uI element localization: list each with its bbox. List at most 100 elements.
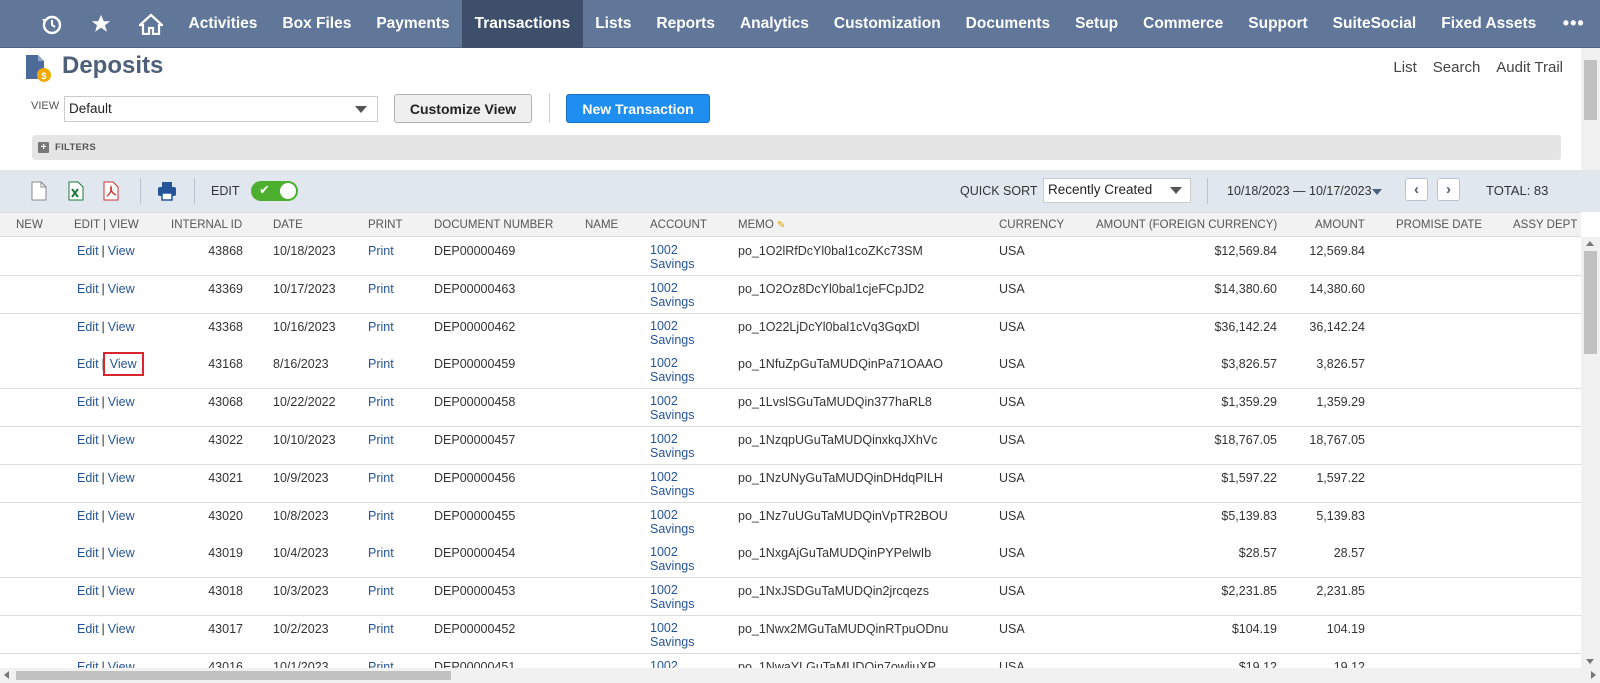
nav-setup[interactable]: Setup [1063, 0, 1131, 48]
account-link[interactable]: 1002 Savings [650, 508, 694, 536]
edit-link[interactable]: Edit [77, 622, 99, 636]
horizontal-scrollbar[interactable] [0, 668, 1600, 683]
scroll-down-icon[interactable] [1586, 659, 1594, 664]
scroll-up-icon[interactable] [1586, 241, 1594, 246]
nav-commerce[interactable]: Commerce [1131, 0, 1236, 48]
account-link[interactable]: 1002 Savings [650, 545, 694, 573]
account-link[interactable]: 1002 Savings [650, 319, 694, 347]
edit-link[interactable]: Edit [77, 357, 99, 371]
nav-lists[interactable]: Lists [583, 0, 644, 48]
nav-fixed-assets[interactable]: Fixed Assets [1429, 0, 1549, 48]
print-link[interactable]: Print [368, 471, 394, 485]
view-select[interactable]: Default [64, 96, 378, 122]
view-link[interactable]: View [108, 320, 135, 334]
new-transaction-button[interactable]: New Transaction [566, 94, 710, 123]
export-csv-icon[interactable] [30, 181, 50, 201]
scroll-left-icon[interactable] [4, 671, 9, 679]
col-internal-id[interactable]: INTERNAL ID [171, 219, 242, 231]
print-link[interactable]: Print [368, 282, 394, 296]
print-link[interactable]: Print [368, 320, 394, 334]
scroll-thumb[interactable] [1584, 251, 1597, 354]
col-print[interactable]: PRINT [368, 219, 403, 231]
print-icon[interactable] [157, 181, 177, 201]
col-amount-foreign[interactable]: AMOUNT (FOREIGN CURRENCY) [1096, 219, 1277, 231]
account-link[interactable]: 1002 [650, 659, 678, 668]
nav-box-files[interactable]: Box Files [270, 0, 364, 48]
view-link[interactable]: View [108, 622, 135, 636]
edit-link[interactable]: Edit [77, 584, 99, 598]
account-link[interactable]: 1002 Savings [650, 243, 694, 271]
export-excel-icon[interactable] [67, 181, 87, 201]
chevron-down-icon[interactable] [1372, 189, 1382, 195]
edit-link[interactable]: Edit [77, 320, 99, 334]
edit-link[interactable]: Edit [77, 509, 99, 523]
print-link[interactable]: Print [368, 660, 394, 668]
quick-sort-select[interactable]: Recently Created [1043, 178, 1191, 203]
col-date[interactable]: DATE [273, 219, 303, 231]
col-memo[interactable]: MEMO ✎ [738, 219, 785, 231]
account-link[interactable]: 1002 Savings [650, 281, 694, 309]
list-link[interactable]: List [1393, 59, 1416, 76]
nav-activities[interactable]: Activities [176, 0, 270, 48]
view-link[interactable]: View [108, 509, 135, 523]
edit-link[interactable]: Edit [77, 546, 99, 560]
export-pdf-icon[interactable] [102, 181, 122, 201]
nav-reports[interactable]: Reports [644, 0, 728, 48]
account-link[interactable]: 1002 Savings [650, 621, 694, 649]
scroll-right-icon[interactable] [1591, 671, 1596, 679]
col-edit-view[interactable]: EDIT | VIEW [74, 219, 139, 231]
view-link[interactable]: View [108, 584, 135, 598]
account-link[interactable]: 1002 Savings [650, 583, 694, 611]
more-menu-icon[interactable]: ••• [1563, 13, 1585, 34]
print-link[interactable]: Print [368, 433, 394, 447]
view-link[interactable]: View [108, 244, 135, 258]
col-new[interactable]: NEW [16, 219, 43, 231]
table-scrollbar[interactable] [1581, 237, 1600, 668]
col-currency[interactable]: CURRENCY [999, 219, 1064, 231]
favorites-star-icon[interactable] [76, 0, 126, 48]
col-amount[interactable]: AMOUNT [1315, 219, 1365, 231]
view-link[interactable]: View [108, 546, 135, 560]
print-link[interactable]: Print [368, 584, 394, 598]
nav-analytics[interactable]: Analytics [727, 0, 821, 48]
search-link[interactable]: Search [1433, 59, 1481, 76]
home-icon[interactable] [126, 0, 176, 48]
page-scrollbar[interactable] [1581, 48, 1600, 170]
account-link[interactable]: 1002 Savings [650, 356, 694, 384]
print-link[interactable]: Print [368, 509, 394, 523]
col-document-number[interactable]: DOCUMENT NUMBER [434, 219, 553, 231]
nav-support[interactable]: Support [1236, 0, 1320, 48]
account-link[interactable]: 1002 Savings [650, 432, 694, 460]
prev-page-button[interactable]: ‹ [1405, 178, 1428, 201]
edit-link[interactable]: Edit [77, 660, 99, 668]
print-link[interactable]: Print [368, 357, 394, 371]
edit-link[interactable]: Edit [77, 244, 99, 258]
nav-customization[interactable]: Customization [821, 0, 953, 48]
nav-documents[interactable]: Documents [953, 0, 1062, 48]
print-link[interactable]: Print [368, 395, 394, 409]
col-name[interactable]: NAME [585, 219, 618, 231]
edit-link[interactable]: Edit [77, 395, 99, 409]
print-link[interactable]: Print [368, 244, 394, 258]
edit-mode-toggle[interactable]: ✔ [251, 181, 298, 201]
view-link[interactable]: View [108, 395, 135, 409]
audit-trail-link[interactable]: Audit Trail [1496, 59, 1563, 76]
recent-records-icon[interactable] [26, 0, 76, 48]
nav-payments[interactable]: Payments [364, 0, 462, 48]
edit-link[interactable]: Edit [77, 282, 99, 296]
view-link[interactable]: View [108, 433, 135, 447]
filters-toggle[interactable]: + FILTERS [32, 135, 1561, 160]
nav-transactions[interactable]: Transactions [462, 0, 583, 48]
edit-link[interactable]: Edit [77, 471, 99, 485]
account-link[interactable]: 1002 Savings [650, 394, 694, 422]
col-promise-date[interactable]: PROMISE DATE [1396, 219, 1482, 231]
print-link[interactable]: Print [368, 546, 394, 560]
next-page-button[interactable]: › [1437, 178, 1460, 201]
customize-view-button[interactable]: Customize View [394, 94, 532, 123]
view-link[interactable]: View [108, 471, 135, 485]
view-link[interactable]: View [108, 282, 135, 296]
print-link[interactable]: Print [368, 622, 394, 636]
account-link[interactable]: 1002 Savings [650, 470, 694, 498]
edit-link[interactable]: Edit [77, 433, 99, 447]
nav-suitesocial[interactable]: SuiteSocial [1320, 0, 1429, 48]
